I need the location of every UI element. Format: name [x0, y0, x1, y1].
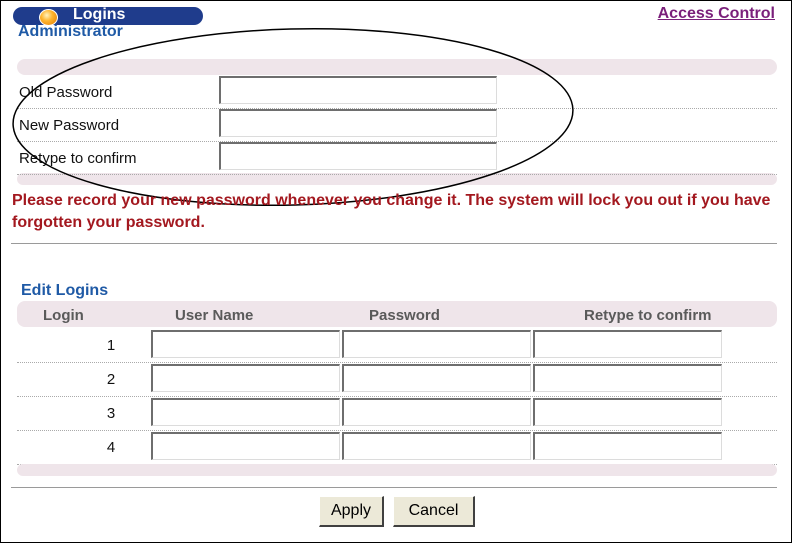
column-header-password: Password: [369, 307, 440, 324]
login-number: 2: [106, 371, 116, 388]
apply-button[interactable]: Apply: [319, 496, 384, 527]
annotation-ellipse: [12, 27, 574, 207]
column-header-user-name: User Name: [175, 307, 254, 324]
user-name-input[interactable]: [151, 432, 340, 460]
login-number: 4: [106, 439, 116, 456]
user-name-input[interactable]: [151, 330, 340, 358]
column-header-retype: Retype to confirm: [584, 307, 712, 324]
table-row: 2: [17, 362, 777, 397]
edit-logins-section-title: Edit Logins: [21, 282, 109, 299]
table-row: 1: [17, 328, 777, 363]
login-number: 1: [106, 337, 116, 354]
cancel-button[interactable]: Cancel: [393, 496, 475, 527]
table-row: 3: [17, 396, 777, 431]
logins-page: Logins Access Control Administrator Old …: [0, 0, 792, 543]
retype-input[interactable]: [533, 330, 722, 358]
table-footer-band: [17, 464, 777, 476]
divider: [11, 487, 777, 488]
password-input[interactable]: [342, 364, 531, 392]
user-name-input[interactable]: [151, 364, 340, 392]
password-input[interactable]: [342, 398, 531, 426]
divider: [11, 243, 777, 244]
retype-input[interactable]: [533, 432, 722, 460]
column-header-login: Login: [43, 307, 84, 324]
table-row: 4: [17, 430, 777, 465]
retype-input[interactable]: [533, 364, 722, 392]
password-input[interactable]: [342, 330, 531, 358]
password-input[interactable]: [342, 432, 531, 460]
login-number: 3: [106, 405, 116, 422]
retype-input[interactable]: [533, 398, 722, 426]
user-name-input[interactable]: [151, 398, 340, 426]
password-warning: Please record your new password whenever…: [12, 192, 771, 231]
